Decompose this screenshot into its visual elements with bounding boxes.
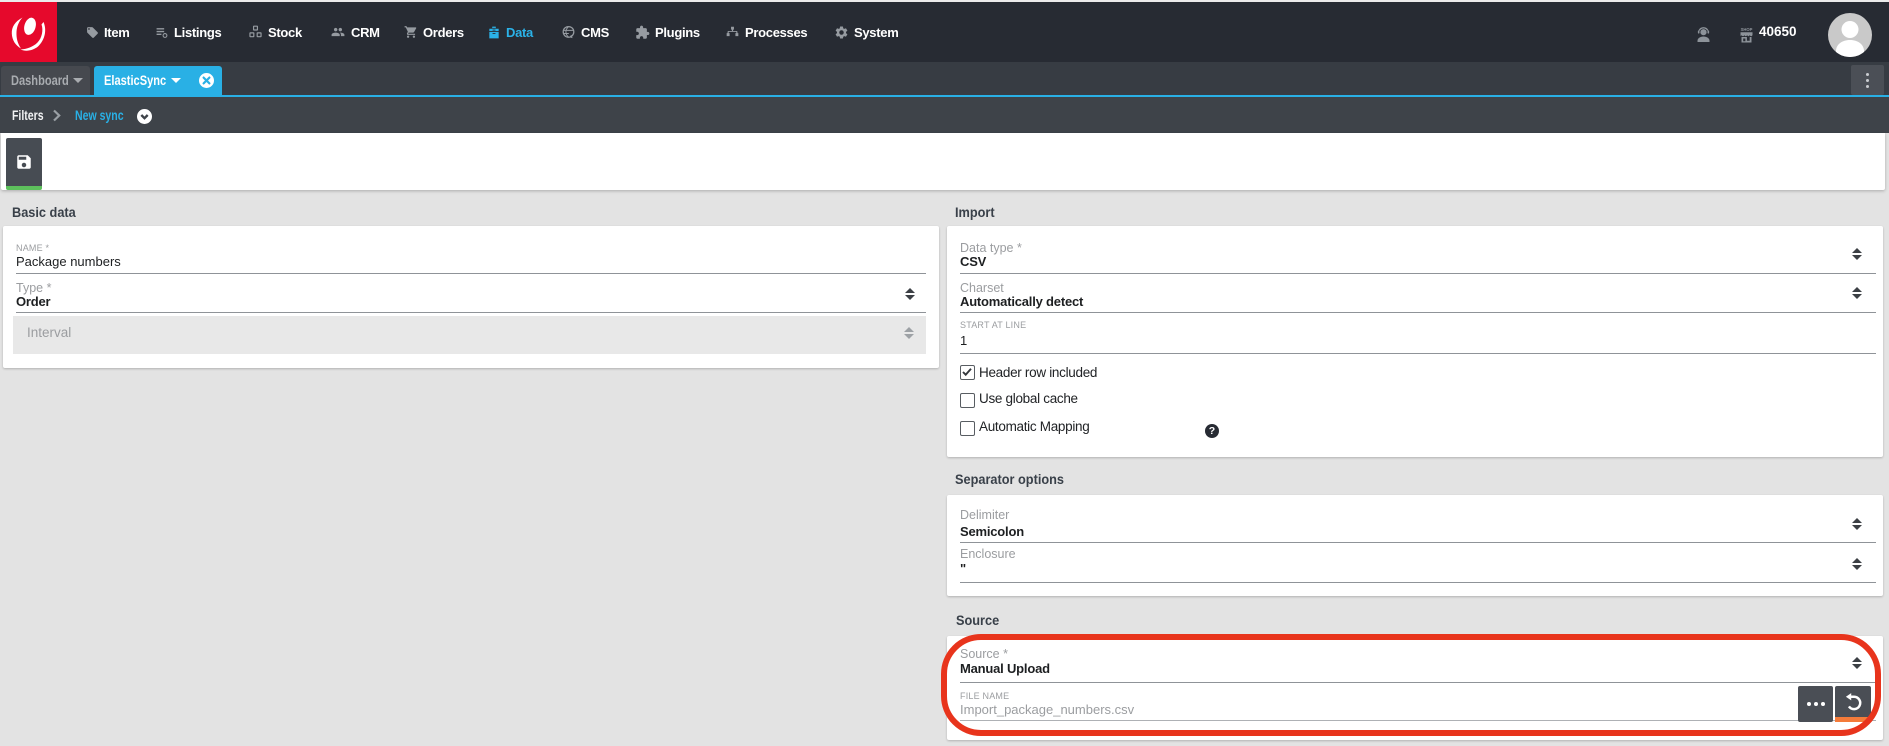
- svg-text:SHOP: SHOP: [1741, 27, 1753, 32]
